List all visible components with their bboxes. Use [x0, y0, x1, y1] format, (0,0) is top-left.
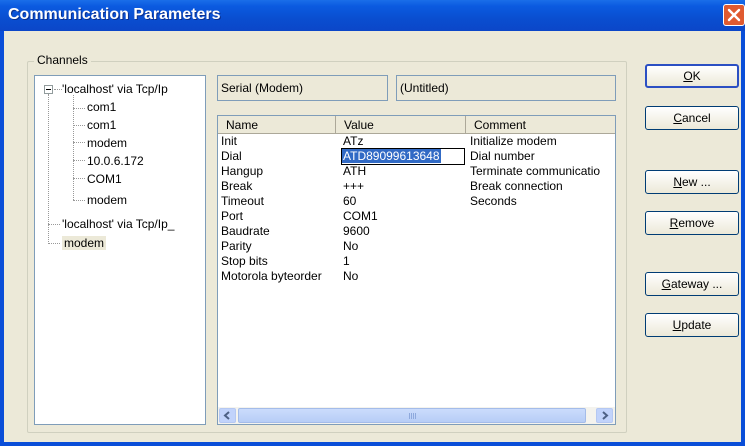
window-title: Communication Parameters [8, 6, 221, 23]
scroll-thumb[interactable] [238, 408, 586, 423]
channels-tree[interactable]: 'localhost' via Tcp/Ip com1 com1 modem 1… [34, 75, 206, 425]
cell-value[interactable]: +++ [343, 179, 467, 194]
cell-name: Parity [221, 239, 252, 253]
tree-item-modem[interactable]: modem [87, 192, 127, 208]
cell-name: Break [221, 179, 253, 193]
cell-value[interactable]: 1 [343, 254, 467, 269]
ok-button[interactable]: OK [645, 64, 739, 88]
close-button[interactable] [723, 4, 745, 26]
cell-comment: Initialize modem [470, 134, 557, 148]
tree-item-ip-address[interactable]: 10.0.6.172 [87, 153, 144, 169]
tree-item-com1[interactable]: com1 [87, 99, 116, 115]
header-value[interactable]: Value [336, 116, 466, 134]
collapse-icon[interactable] [44, 85, 53, 94]
header-name[interactable]: Name [218, 116, 336, 134]
cell-value-selected-text[interactable]: ATD89099613648 [342, 149, 441, 163]
cell-value[interactable]: ATD89099613648 [341, 148, 465, 165]
cell-name: Init [221, 134, 238, 148]
arrow-left-icon [223, 411, 230, 420]
tree-item-modem-selected[interactable]: modem [62, 235, 107, 251]
cell-name: Port [221, 209, 244, 223]
device-type-field: Serial (Modem) [217, 75, 388, 101]
gateway-button[interactable]: Gateway ... [645, 272, 739, 296]
cell-name: Dial [221, 149, 242, 163]
cell-comment: Break connection [470, 179, 563, 193]
cell-value[interactable]: ATz [343, 134, 467, 149]
tree-item-com1-upper[interactable]: COM1 [87, 171, 122, 187]
grid-header: Name Value Comment [218, 116, 615, 134]
cell-value[interactable]: No [343, 269, 467, 284]
tree-item-com1[interactable]: com1 [87, 117, 116, 133]
cell-value[interactable]: ATH [343, 164, 467, 179]
close-icon [727, 8, 741, 22]
scroll-left-button[interactable] [219, 408, 236, 423]
tree-item-modem[interactable]: modem [87, 135, 127, 151]
cell-name: Timeout [221, 194, 264, 208]
cell-value[interactable]: 60 [343, 194, 467, 209]
cell-value[interactable]: COM1 [343, 209, 467, 224]
update-button[interactable]: Update [645, 313, 739, 337]
channel-name-field: (Untitled) [396, 75, 616, 101]
title-bar[interactable]: Communication Parameters [0, 0, 745, 31]
tree-item-localhost-tcpip[interactable]: 'localhost' via Tcp/Ip [62, 81, 168, 97]
cell-comment: Dial number [470, 149, 535, 163]
header-comment[interactable]: Comment [466, 116, 615, 134]
horizontal-scrollbar[interactable] [218, 407, 615, 424]
channels-label: Channels [34, 53, 91, 67]
cell-name: Hangup [221, 164, 264, 178]
cell-comment: Seconds [470, 194, 517, 208]
tree-item-localhost-tcpip-2[interactable]: 'localhost' via Tcp/Ip_ [62, 216, 174, 232]
cell-name: Motorola byteorder [221, 269, 322, 283]
remove-button[interactable]: Remove [645, 211, 739, 235]
arrow-right-icon [602, 411, 609, 420]
new-button[interactable]: New ... [645, 170, 739, 194]
cancel-button[interactable]: Cancel [645, 106, 739, 130]
parameters-grid[interactable]: Name Value Comment Init ATz Initialize mod… [217, 115, 616, 425]
cell-value[interactable]: No [343, 239, 467, 254]
scroll-right-button[interactable] [596, 408, 613, 423]
tree-item-label: modem [62, 236, 107, 250]
cell-name: Baudrate [221, 224, 270, 238]
cell-name: Stop bits [221, 254, 268, 268]
cell-value[interactable]: 9600 [343, 224, 467, 239]
cell-comment: Terminate communicatio [470, 164, 601, 178]
